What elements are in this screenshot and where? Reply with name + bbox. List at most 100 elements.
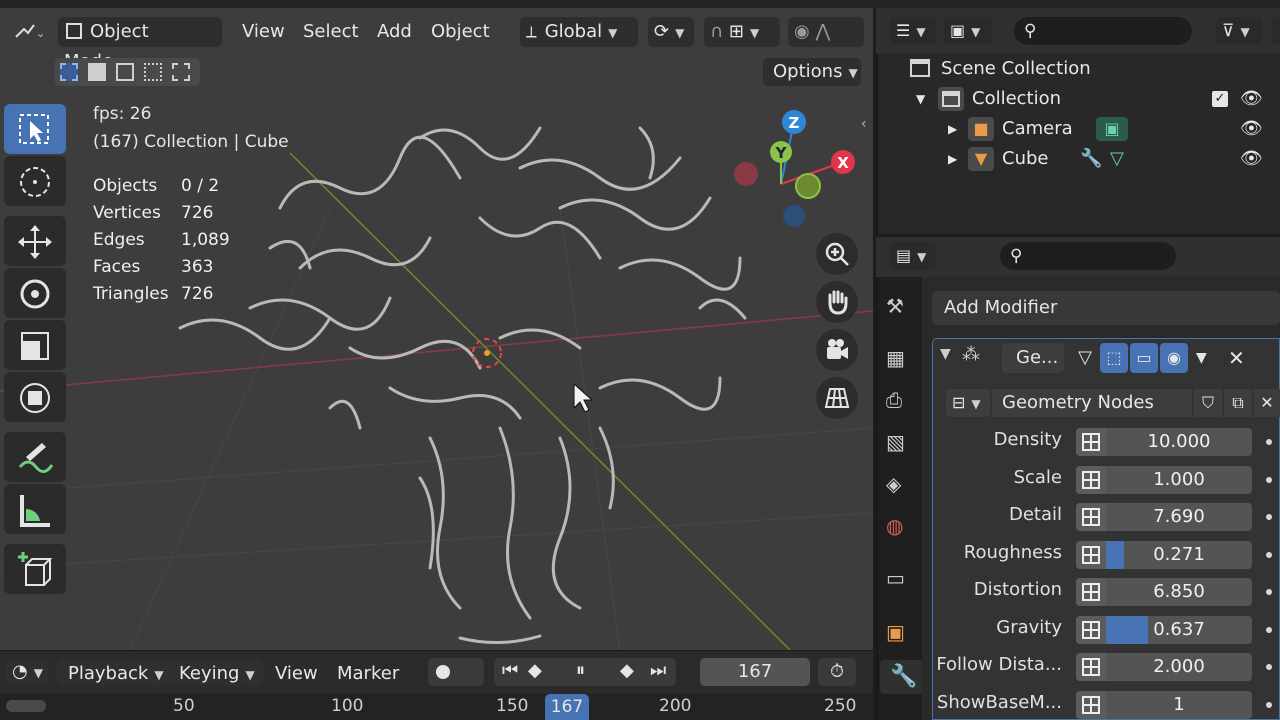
wrench-icon[interactable]: 🔧 bbox=[1080, 144, 1102, 174]
modifier-name-field[interactable]: Ge... bbox=[1002, 343, 1064, 373]
select-invert-icon[interactable] bbox=[144, 63, 162, 81]
input-value-field[interactable]: 1.000 bbox=[1076, 466, 1252, 494]
attribute-toggle-icon[interactable] bbox=[1076, 503, 1106, 531]
options-dropdown[interactable]: Options ▼ bbox=[763, 58, 861, 86]
outliner-row-cube[interactable]: ▶ ▼ Cube 🔧 ▽ 👁 bbox=[876, 144, 1280, 174]
camera-data-icon[interactable]: ▣ bbox=[1096, 117, 1128, 141]
keyframe-dot-icon[interactable] bbox=[1266, 477, 1272, 483]
attribute-toggle-icon[interactable] bbox=[1076, 428, 1106, 456]
pan-button[interactable] bbox=[816, 281, 858, 323]
zoom-button[interactable] bbox=[816, 233, 858, 275]
outliner-editor-type-button[interactable]: ☰ ▼ bbox=[890, 17, 936, 45]
snap-controls[interactable]: ∩ ⊞ ▼ bbox=[704, 17, 780, 47]
tool-add-cube[interactable] bbox=[4, 544, 66, 594]
tool-settings-tab-icon[interactable]: ⚒ bbox=[886, 294, 914, 322]
menu-timeline-view[interactable]: View bbox=[275, 660, 318, 688]
select-subtract-icon[interactable] bbox=[116, 63, 134, 81]
menu-view[interactable]: View bbox=[242, 17, 285, 47]
add-modifier-dropdown[interactable]: Add Modifier bbox=[932, 291, 1280, 325]
tool-move[interactable] bbox=[4, 216, 66, 266]
timeline-editor-type-button[interactable]: ◔ ▼ bbox=[6, 658, 48, 686]
frame-ruler[interactable] bbox=[0, 694, 873, 720]
menu-select[interactable]: Select bbox=[303, 17, 359, 47]
input-value-field[interactable]: 0.271 bbox=[1076, 541, 1252, 569]
attribute-toggle-icon[interactable] bbox=[1076, 653, 1106, 681]
auto-keying-toggle[interactable] bbox=[428, 658, 484, 686]
eye-icon[interactable]: 👁 bbox=[1240, 144, 1263, 174]
expand-arrow-icon[interactable]: ▶ bbox=[948, 144, 957, 174]
render-toggle-icon[interactable]: ◉ bbox=[1160, 343, 1188, 373]
input-value-field[interactable]: 6.850 bbox=[1076, 578, 1252, 606]
display-mode-dropdown[interactable]: ▣ ▼ bbox=[944, 17, 992, 45]
render-tab-icon[interactable]: ▦ bbox=[886, 346, 914, 374]
tool-annotate[interactable] bbox=[4, 432, 66, 482]
select-intersect-icon[interactable] bbox=[172, 63, 190, 81]
output-tab-icon[interactable]: ⎙ bbox=[886, 388, 914, 416]
attribute-toggle-icon[interactable] bbox=[1076, 691, 1106, 719]
modifier-tab-icon[interactable]: 🔧 bbox=[880, 660, 922, 694]
transform-orientation-dropdown[interactable]: ⟂ Global ▼ bbox=[520, 17, 638, 47]
node-group-browse-button[interactable]: ⊟ ▼ bbox=[946, 389, 990, 417]
tool-cursor[interactable] bbox=[4, 156, 66, 206]
keyframe-dot-icon[interactable] bbox=[1266, 702, 1272, 708]
keyframe-dot-icon[interactable] bbox=[1266, 589, 1272, 595]
checkbox-icon[interactable]: ✓ bbox=[1212, 91, 1228, 107]
editor-type-button[interactable]: ⌄ bbox=[6, 17, 48, 47]
scene-tab-icon[interactable]: ◈ bbox=[886, 472, 914, 500]
menu-playback[interactable]: Playback ▼ bbox=[68, 660, 164, 688]
properties-search-input[interactable]: ⚲ bbox=[1000, 242, 1176, 270]
pivot-point-dropdown[interactable]: ⟳ ▼ bbox=[648, 17, 694, 47]
keyframe-dot-icon[interactable] bbox=[1266, 514, 1272, 520]
mesh-data-icon[interactable]: ▽ bbox=[1110, 144, 1124, 174]
attribute-toggle-icon[interactable] bbox=[1076, 616, 1106, 644]
tool-rotate[interactable] bbox=[4, 268, 66, 318]
perspective-toggle-button[interactable] bbox=[816, 377, 858, 419]
menu-keying[interactable]: Keying ▼ bbox=[179, 660, 255, 688]
properties-editor-type-button[interactable]: ▤ ▼ bbox=[890, 242, 936, 270]
object-tab-icon[interactable]: ▣ bbox=[886, 620, 914, 648]
next-keyframe-icon[interactable]: ◆ bbox=[620, 660, 634, 681]
input-value-field[interactable]: 1 bbox=[1076, 691, 1252, 719]
tool-select-box[interactable] bbox=[4, 104, 66, 154]
outliner-row-scene-collection[interactable]: Scene Collection bbox=[876, 54, 1280, 84]
select-extend-icon[interactable] bbox=[88, 63, 106, 81]
expand-arrow-icon[interactable]: ▼ bbox=[916, 84, 925, 114]
close-icon[interactable]: ✕ bbox=[1228, 343, 1245, 373]
expand-arrow-icon[interactable]: ▶ bbox=[948, 114, 957, 144]
tool-transform[interactable] bbox=[4, 372, 66, 422]
input-value-field[interactable]: 2.000 bbox=[1076, 653, 1252, 681]
tool-scale[interactable] bbox=[4, 320, 66, 370]
input-value-field[interactable]: 7.690 bbox=[1076, 503, 1252, 531]
neg-z-axis-handle[interactable] bbox=[783, 205, 805, 227]
neg-y-axis-handle[interactable] bbox=[795, 173, 821, 199]
viewport-display-icon[interactable]: ▭ bbox=[1130, 343, 1158, 373]
collection-tab-icon[interactable]: ▭ bbox=[886, 566, 914, 594]
filter-dropdown[interactable]: ⊽ ▼ bbox=[1216, 17, 1262, 45]
attribute-toggle-icon[interactable] bbox=[1076, 541, 1106, 569]
duplicate-icon[interactable]: ⧉ bbox=[1224, 389, 1252, 417]
jump-start-icon[interactable]: ⏮ bbox=[502, 660, 518, 681]
edit-mode-toggle-icon[interactable]: ▽ bbox=[1072, 343, 1098, 373]
keyframe-dot-icon[interactable] bbox=[1266, 627, 1272, 633]
world-tab-icon[interactable]: ◍ bbox=[886, 514, 914, 542]
eye-icon[interactable]: 👁 bbox=[1240, 84, 1263, 114]
node-group-name-field[interactable]: Geometry Nodes bbox=[992, 389, 1192, 417]
outliner-row-camera[interactable]: ▶ ■ Camera ▣ 👁 bbox=[876, 114, 1280, 144]
fake-user-shield-icon[interactable]: ⛉ bbox=[1194, 389, 1222, 417]
chevron-down-icon[interactable]: ▼ bbox=[1196, 343, 1207, 373]
menu-marker[interactable]: Marker bbox=[337, 660, 399, 688]
eye-icon[interactable]: 👁 bbox=[1240, 114, 1263, 144]
tool-measure[interactable] bbox=[4, 484, 66, 534]
menu-add[interactable]: Add bbox=[377, 17, 412, 47]
new-collection-button[interactable] bbox=[1272, 17, 1280, 45]
timeline-scrollbar[interactable] bbox=[6, 700, 46, 712]
outliner-search-input[interactable]: ⚲ bbox=[1014, 17, 1192, 45]
current-frame-field[interactable]: 167 bbox=[700, 658, 810, 686]
sidebar-toggle-icon[interactable]: ‹ bbox=[861, 116, 867, 132]
input-value-field[interactable]: 0.637 bbox=[1076, 616, 1252, 644]
playhead-frame[interactable]: 167 bbox=[545, 694, 589, 720]
unlink-icon[interactable]: ✕ bbox=[1254, 389, 1280, 417]
outliner-row-collection[interactable]: ▼ Collection ✓ 👁 bbox=[876, 84, 1280, 114]
prev-keyframe-icon[interactable]: ◆ bbox=[528, 660, 542, 681]
keyframe-dot-icon[interactable] bbox=[1266, 664, 1272, 670]
